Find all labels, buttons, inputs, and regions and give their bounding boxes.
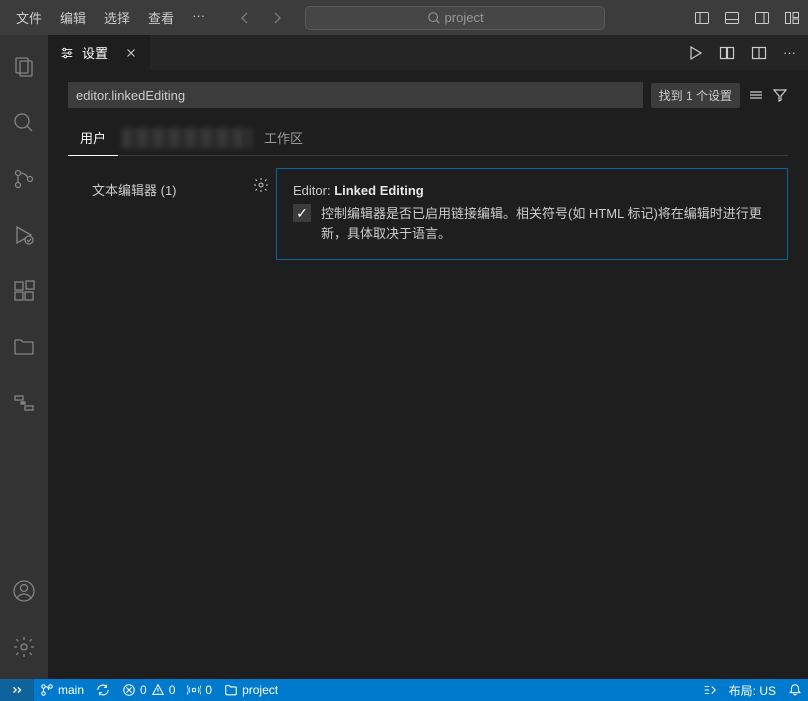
search-activity-icon[interactable] (0, 99, 48, 147)
ports-count: 0 (205, 683, 212, 697)
tab-settings[interactable]: 设置 (48, 35, 150, 70)
sync-icon (96, 683, 110, 697)
status-layout[interactable]: 布局: US (723, 679, 782, 701)
setting-checkbox[interactable]: ✓ (293, 204, 311, 222)
split-json-icon[interactable] (719, 45, 735, 61)
status-indent-icon[interactable] (697, 679, 723, 701)
command-center[interactable]: project (305, 6, 605, 30)
settings-gear-icon[interactable] (0, 623, 48, 671)
setting-item-linked-editing: Editor: Linked Editing ✓ 控制编辑器是否已启用链接编辑。… (276, 168, 788, 260)
menu-more[interactable]: ··· (184, 4, 213, 31)
settings-tree: 文本编辑器 (1) (68, 168, 248, 679)
tree-item-text-editor[interactable]: 文本编辑器 (1) (68, 176, 248, 203)
settings-content: 文本编辑器 (1) Editor: Linked Editing ✓ 控制编辑器… (68, 168, 788, 679)
status-bar: main 0 0 0 project 布局: US (0, 679, 808, 701)
setting-control: ✓ 控制编辑器是否已启用链接编辑。相关符号(如 HTML 标记)将在编辑时进行更… (293, 204, 771, 243)
layout-text: 布局: US (729, 682, 776, 699)
setting-category: Editor: (293, 183, 334, 198)
status-sync[interactable] (90, 679, 116, 701)
split-editor-icon[interactable] (751, 45, 767, 61)
close-icon[interactable] (124, 46, 138, 60)
bell-icon (788, 683, 802, 697)
explorer-icon[interactable] (0, 43, 48, 91)
branch-name: main (58, 683, 84, 697)
folder-name: project (242, 683, 278, 697)
menu-bar: 文件 编辑 选择 查看 ··· (8, 4, 213, 31)
branch-icon (40, 683, 54, 697)
search-icon (427, 11, 441, 25)
ports-icon (187, 683, 201, 697)
settings-search-input[interactable] (68, 82, 643, 108)
warning-icon (151, 683, 165, 697)
remote-indicator[interactable] (0, 679, 34, 701)
scope-user-tab[interactable]: 用户 (68, 120, 118, 155)
settings-scope-tabs: 用户 工作区 (68, 120, 788, 156)
status-branch[interactable]: main (34, 679, 90, 701)
menu-edit[interactable]: 编辑 (52, 4, 94, 31)
status-problems[interactable]: 0 0 (116, 679, 181, 701)
nav-back-icon[interactable] (237, 10, 253, 26)
remote-icon (10, 683, 24, 697)
tab-bar: 设置 ··· (48, 35, 808, 70)
customize-layout-icon[interactable] (784, 10, 800, 26)
status-folder[interactable]: project (218, 679, 284, 701)
command-center-text: project (445, 10, 484, 25)
run-debug-icon[interactable] (0, 211, 48, 259)
tab-title: 设置 (82, 43, 108, 62)
scope-workspace-tab[interactable]: 工作区 (252, 120, 315, 155)
status-notifications[interactable] (782, 679, 808, 701)
setting-gear-icon[interactable] (253, 177, 269, 193)
nav-forward-icon[interactable] (269, 10, 285, 26)
source-control-icon[interactable] (0, 155, 48, 203)
editor-actions: ··· (687, 45, 808, 61)
accounts-icon[interactable] (0, 567, 48, 615)
main-area: 设置 ··· 找到 1 个设置 用 (0, 35, 808, 679)
clear-search-icon[interactable] (748, 87, 764, 103)
settings-editor: 找到 1 个设置 用户 工作区 文本编辑器 (1) (48, 70, 808, 679)
folder-icon (224, 683, 238, 697)
menu-select[interactable]: 选择 (96, 4, 138, 31)
titlebar-layout-controls (694, 10, 800, 26)
editor-area: 设置 ··· 找到 1 个设置 用 (48, 35, 808, 679)
nav-arrows (237, 10, 285, 26)
warning-count: 0 (169, 683, 176, 697)
error-count: 0 (140, 683, 147, 697)
setting-title: Editor: Linked Editing (293, 183, 771, 198)
extensions-icon[interactable] (0, 267, 48, 315)
setting-name: Linked Editing (334, 183, 424, 198)
error-icon (122, 683, 136, 697)
run-icon[interactable] (687, 45, 703, 61)
toggle-sidebar-right-icon[interactable] (754, 10, 770, 26)
activity-bar (0, 35, 48, 679)
settings-list: Editor: Linked Editing ✓ 控制编辑器是否已启用链接编辑。… (256, 168, 788, 679)
titlebar: 文件 编辑 选择 查看 ··· project (0, 0, 808, 35)
search-result-count: 找到 1 个设置 (651, 83, 740, 108)
settings-tab-icon (60, 46, 74, 60)
scope-blurred-region (122, 128, 252, 148)
settings-search-row: 找到 1 个设置 (68, 82, 788, 108)
menu-view[interactable]: 查看 (140, 4, 182, 31)
filter-icon[interactable] (772, 87, 788, 103)
status-ports[interactable]: 0 (181, 679, 218, 701)
folder-activity-icon[interactable] (0, 323, 48, 371)
setting-description: 控制编辑器是否已启用链接编辑。相关符号(如 HTML 标记)将在编辑时进行更新，… (321, 204, 771, 243)
custom-activity-icon[interactable] (0, 379, 48, 427)
indent-icon (703, 683, 717, 697)
toggle-panel-icon[interactable] (724, 10, 740, 26)
more-actions-icon[interactable]: ··· (783, 45, 796, 61)
menu-file[interactable]: 文件 (8, 4, 50, 31)
toggle-sidebar-left-icon[interactable] (694, 10, 710, 26)
